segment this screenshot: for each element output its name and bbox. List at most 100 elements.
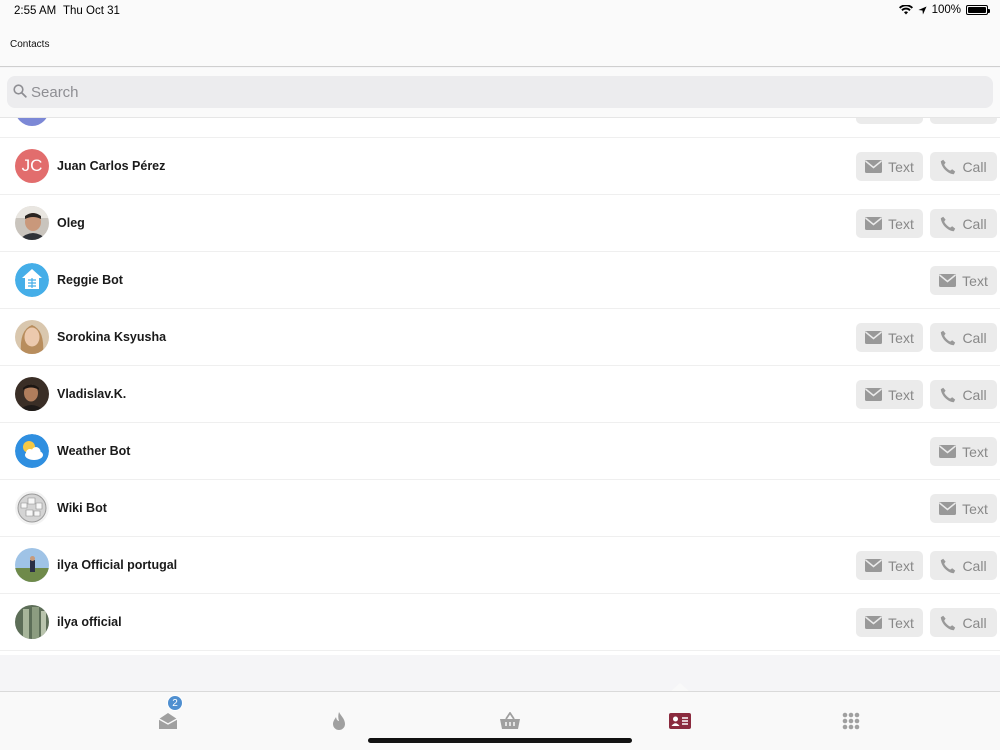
weather-icon [15, 434, 49, 468]
apps-grid-icon [842, 712, 860, 730]
text-button[interactable]: Text [930, 494, 997, 523]
tab-more[interactable] [840, 710, 862, 732]
list-item[interactable]: ilya Official portugal Text Call [0, 537, 1000, 594]
phone-icon [941, 558, 956, 573]
inbox-icon [158, 713, 178, 729]
text-button[interactable]: Text [856, 152, 923, 181]
phone-icon [941, 330, 956, 345]
call-button-label: Call [962, 215, 987, 232]
text-button-label: Text [962, 272, 988, 289]
text-button[interactable]: Text [856, 608, 923, 637]
text-button-label: Text [888, 215, 914, 232]
contact-name: Reggie Bot [57, 273, 123, 287]
avatar [15, 206, 49, 240]
search-icon [13, 84, 27, 98]
contact-list[interactable]: JC Juan Carlos Pérez Text Call Oleg Text… [0, 118, 1000, 655]
contact-name: ilya Official portugal [57, 558, 178, 572]
list-item[interactable]: Vladislav.K. Text Call [0, 366, 1000, 423]
call-button[interactable]: Call [930, 608, 997, 637]
avatar [15, 377, 49, 411]
call-button[interactable]: Call [930, 323, 997, 352]
home-indicator[interactable] [368, 738, 632, 743]
text-button-label: Text [888, 329, 914, 346]
envelope-icon [865, 331, 883, 344]
search-input[interactable] [31, 76, 971, 108]
envelope-icon [865, 616, 883, 629]
status-bar: 2:55 AM Thu Oct 31 100% [0, 0, 1000, 24]
call-button[interactable]: Call [930, 152, 997, 181]
bot-house-icon [15, 263, 49, 297]
text-button[interactable]: Text [856, 551, 923, 580]
text-button[interactable] [856, 118, 923, 124]
contact-name: Juan Carlos Pérez [57, 159, 166, 173]
text-button[interactable]: Text [856, 380, 923, 409]
text-button-label: Text [962, 443, 988, 460]
avatar [15, 320, 49, 354]
list-item-partial[interactable] [0, 118, 1000, 138]
flame-icon [333, 711, 345, 730]
text-button-label: Text [888, 614, 914, 631]
text-button-label: Text [888, 557, 914, 574]
nav-header: Contacts [0, 24, 1000, 67]
text-button[interactable]: Text [930, 266, 997, 295]
text-button-label: Text [888, 386, 914, 403]
phone-icon [941, 387, 956, 402]
contact-name: Sorokina Ksyusha [57, 330, 167, 344]
status-date: Thu Oct 31 [63, 5, 120, 17]
call-button[interactable]: Call [930, 380, 997, 409]
tab-inbox[interactable] [157, 710, 179, 732]
inbox-badge: 2 [167, 695, 183, 711]
avatar [15, 118, 49, 126]
text-button-label: Text [962, 500, 988, 517]
list-item[interactable]: Reggie Bot Text [0, 252, 1000, 309]
phone-icon [941, 615, 956, 630]
envelope-icon [865, 388, 883, 401]
battery-percent: 100% [931, 4, 961, 16]
call-button[interactable] [930, 118, 997, 124]
envelope-icon [865, 160, 883, 173]
tab-hot[interactable] [328, 710, 350, 732]
list-item[interactable]: Weather Bot Text [0, 423, 1000, 480]
status-right: 100% [898, 4, 990, 16]
list-item[interactable]: JC Juan Carlos Pérez Text Call [0, 138, 1000, 195]
contact-name: Weather Bot [57, 444, 131, 458]
call-button-label: Call [962, 614, 987, 631]
envelope-icon [939, 502, 957, 515]
location-arrow-icon [918, 5, 927, 15]
contact-name: Oleg [57, 216, 85, 230]
avatar [15, 605, 49, 639]
contact-name: ilya official [57, 615, 122, 629]
list-item[interactable]: Sorokina Ksyusha Text Call [0, 309, 1000, 366]
envelope-icon [865, 217, 883, 230]
avatar: JC [15, 149, 49, 183]
wifi-icon [898, 5, 913, 15]
list-item[interactable]: Wiki Bot Text [0, 480, 1000, 537]
contacts-card-icon [669, 713, 691, 729]
list-item[interactable]: ilya official Text Call [0, 594, 1000, 651]
search-bar-container [0, 68, 1000, 118]
search-bar[interactable] [7, 76, 993, 108]
envelope-icon [939, 445, 957, 458]
contact-name: Wiki Bot [57, 501, 107, 515]
call-button[interactable]: Call [930, 209, 997, 238]
call-button-label: Call [962, 386, 987, 403]
tab-store[interactable] [499, 710, 521, 732]
call-button[interactable]: Call [930, 551, 997, 580]
text-button[interactable]: Text [856, 209, 923, 238]
text-button[interactable]: Text [856, 323, 923, 352]
page-title: Contacts [10, 39, 50, 50]
wiki-globe-icon [15, 491, 49, 525]
call-button-label: Call [962, 557, 987, 574]
text-button[interactable]: Text [930, 437, 997, 466]
tab-contacts[interactable] [669, 710, 691, 732]
text-button-label: Text [888, 158, 914, 175]
envelope-icon [865, 559, 883, 572]
status-time: 2:55 AM [14, 5, 57, 17]
avatar [15, 548, 49, 582]
call-button-label: Call [962, 329, 987, 346]
contact-name: Vladislav.K. [57, 387, 127, 401]
battery-icon [966, 5, 990, 15]
envelope-icon [939, 274, 957, 287]
list-item[interactable]: Oleg Text Call [0, 195, 1000, 252]
call-button-label: Call [962, 158, 987, 175]
